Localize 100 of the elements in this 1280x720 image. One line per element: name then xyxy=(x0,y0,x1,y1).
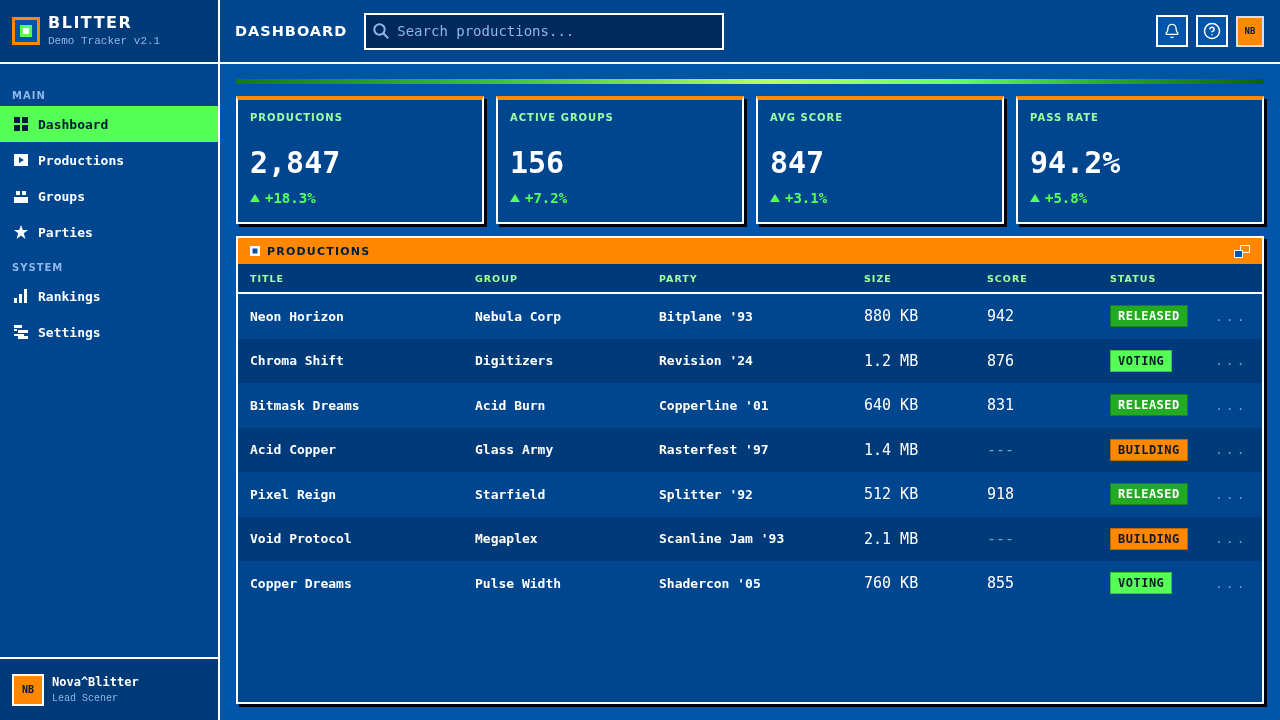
section-label: SYSTEM xyxy=(11,260,65,275)
brand-name: BLITTER xyxy=(48,14,134,31)
status-badge: BUILDING xyxy=(1110,527,1188,550)
table-cell: 1.2 MB xyxy=(864,351,919,370)
user-role: Lead Scener xyxy=(52,693,119,704)
table-cell: Acid Copper xyxy=(250,442,337,458)
settings-icon xyxy=(14,325,28,339)
table-cell: Revision '24 xyxy=(659,353,753,369)
stat-label: ACTIVE GROUPS xyxy=(510,112,614,124)
table-cell: 942 xyxy=(987,307,1015,326)
table-cell: 831 xyxy=(987,396,1015,415)
search-field[interactable]: Search productions... xyxy=(364,12,725,50)
table-cell: Pixel Reign xyxy=(250,486,337,502)
nav-item[interactable]: Dashboard xyxy=(0,106,218,142)
stat-value: 156 xyxy=(510,146,565,180)
table-cell: Acid Burn xyxy=(475,397,546,413)
overlapping-squares-icon[interactable] xyxy=(1234,244,1250,258)
table-cell: Pulse Width xyxy=(475,575,562,591)
status-badge: BUILDING xyxy=(1110,438,1188,461)
table-cell: Chroma Shift xyxy=(250,353,344,369)
nav-item[interactable]: Parties xyxy=(0,214,218,250)
search-icon xyxy=(373,22,390,39)
section-label: MAIN xyxy=(11,88,47,103)
help-icon xyxy=(1203,22,1221,40)
table-cell: 880 KB xyxy=(864,307,919,326)
table-cell: 876 xyxy=(987,351,1015,370)
nav-label: Dashboard xyxy=(38,116,109,132)
nav-item[interactable]: Productions xyxy=(0,142,218,178)
triangle-up-icon xyxy=(770,194,780,202)
user-name: Nova^Blitter xyxy=(52,675,139,689)
status-badge: VOTING xyxy=(1110,349,1173,372)
stat-label: AVG SCORE xyxy=(770,112,844,124)
square-icon xyxy=(250,246,260,256)
table-cell: Splitter '92 xyxy=(659,486,753,502)
column-header: PARTY xyxy=(658,272,699,284)
more-button[interactable]: ... xyxy=(1213,442,1250,458)
more-button[interactable]: ... xyxy=(1213,353,1250,369)
nav-label: Settings xyxy=(38,324,101,340)
stat-change: +18.3% xyxy=(265,189,316,208)
column-header: SIZE xyxy=(863,272,893,284)
table-cell: --- xyxy=(987,529,1015,548)
table-cell: Scanline Jam '93 xyxy=(659,531,785,547)
table-cell: 918 xyxy=(987,485,1015,504)
stat-value: 847 xyxy=(770,146,825,180)
triangle-up-icon xyxy=(1030,194,1040,202)
bell-icon xyxy=(1164,23,1180,39)
stat-value: 94.2% xyxy=(1030,146,1121,180)
table-cell: 640 KB xyxy=(864,396,919,415)
user-avatar: NB xyxy=(12,673,44,706)
notifications-button[interactable] xyxy=(1156,15,1188,47)
triangle-up-icon xyxy=(510,194,520,202)
column-header: TITLE xyxy=(249,272,286,284)
status-badge: VOTING xyxy=(1110,572,1173,595)
more-button[interactable]: ... xyxy=(1213,308,1250,324)
stat-change: +3.1% xyxy=(785,189,828,208)
table-cell: Nebula Corp xyxy=(475,308,562,324)
bar-chart-icon xyxy=(14,289,28,303)
table-cell: --- xyxy=(987,440,1015,459)
stat-value: 2,847 xyxy=(250,146,341,180)
stat-label: PRODUCTIONS xyxy=(250,112,343,124)
table-cell: 1.4 MB xyxy=(864,440,919,459)
more-button[interactable]: ... xyxy=(1213,531,1250,547)
nav-label: Groups xyxy=(38,188,85,204)
more-button[interactable]: ... xyxy=(1213,486,1250,502)
table-cell: Copper Dreams xyxy=(250,575,352,591)
table-cell: Starfield xyxy=(475,486,546,502)
nav-label: Parties xyxy=(38,224,93,240)
table-cell: Rasterfest '97 xyxy=(659,442,769,458)
table-cell: 760 KB xyxy=(864,574,919,593)
stat-label: PASS RATE xyxy=(1030,112,1099,124)
table-cell: Bitmask Dreams xyxy=(250,397,360,413)
logo-icon xyxy=(12,17,40,45)
triangle-up-icon xyxy=(250,194,260,202)
star-icon xyxy=(14,225,28,239)
play-icon xyxy=(14,153,28,167)
table-cell: Copperline '01 xyxy=(659,397,769,413)
nav-label: Productions xyxy=(38,152,125,168)
table-cell: 2.1 MB xyxy=(864,529,919,548)
status-badge: RELEASED xyxy=(1110,305,1188,328)
more-button[interactable]: ... xyxy=(1213,575,1250,591)
brand-subtitle: Demo Tracker v2.1 xyxy=(48,34,161,48)
avatar-button[interactable]: NB xyxy=(1236,15,1264,47)
help-button[interactable] xyxy=(1196,15,1228,47)
nav-item[interactable]: Groups xyxy=(0,178,218,214)
stat-change: +7.2% xyxy=(525,189,568,208)
grid-icon xyxy=(14,117,28,131)
table-cell: Void Protocol xyxy=(250,531,352,547)
stat-change: +5.8% xyxy=(1045,189,1088,208)
status-badge: RELEASED xyxy=(1110,394,1188,417)
panel-title: PRODUCTIONS xyxy=(267,244,371,258)
nav-label: Rankings xyxy=(38,288,101,304)
table-cell: Glass Army xyxy=(475,442,554,458)
blocks-icon xyxy=(14,189,28,203)
more-button[interactable]: ... xyxy=(1213,397,1250,413)
column-header: GROUP xyxy=(474,272,519,284)
table-cell: Megaplex xyxy=(475,531,538,547)
table-cell: Digitizers xyxy=(475,353,554,369)
nav-item[interactable]: Settings xyxy=(0,314,218,350)
status-badge: RELEASED xyxy=(1110,483,1188,506)
nav-item[interactable]: Rankings xyxy=(0,278,218,314)
